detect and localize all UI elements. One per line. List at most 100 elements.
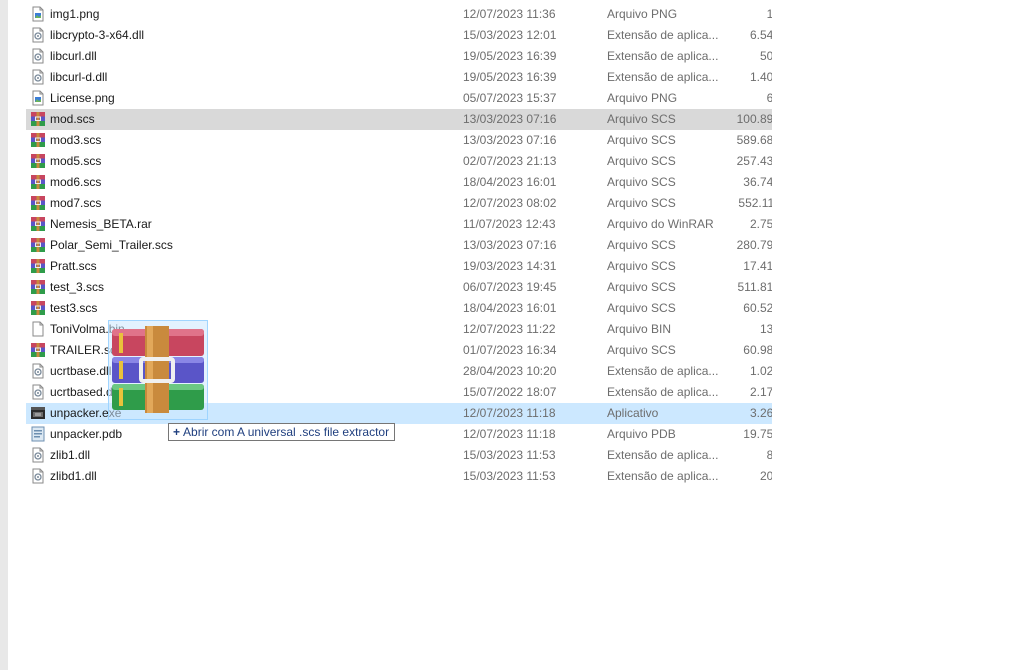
drag-ghost [108,320,208,420]
file-type: Arquivo SCS [607,301,676,315]
file-size: 2.759 [749,217,772,231]
winrar-archive-icon [30,342,46,358]
file-name: zlibd1.dll [50,469,97,483]
drag-drop-tooltip-text: Abrir com A universal .scs file extracto… [183,425,390,439]
file-size: 60.980 [743,343,772,357]
executable-file-icon [30,405,46,421]
file-row[interactable]: test_3.scs 06/07/2023 19:45 Arquivo SCS 511… [26,277,772,298]
drag-drop-tooltip: + Abrir com A universal .scs file extract… [168,423,396,441]
file-row[interactable]: libcurl-d.dll 19/05/2023 16:39 Extensão de… [26,67,772,88]
file-row[interactable]: mod3.scs 13/03/2023 07:16 Arquivo SCS 589.6… [26,130,772,151]
image-file-icon [30,90,46,106]
file-date-modified: 12/07/2023 11:18 [463,406,556,420]
dll-file-icon [30,363,46,379]
file-type: Arquivo SCS [607,196,676,210]
file-date-modified: 02/07/2023 21:13 [463,154,557,168]
file-row[interactable]: unpacker.pdb 12/07/2023 11:18 Arquivo PDB 1… [26,424,772,445]
file-name: unpacker.pdb [50,427,123,441]
file-row[interactable]: zlibd1.dll 15/03/2023 11:53 Extensão de ap… [26,466,772,487]
file-size: 205 [759,469,772,483]
pdb-file-icon [30,426,46,442]
file-date-modified: 13/03/2023 07:16 [463,238,557,252]
file-size: 88 [766,448,772,462]
winrar-archive-icon [30,237,46,253]
file-row[interactable]: img1.png 12/07/2023 11:36 Arquivo PNG 19 [26,4,772,25]
file-size: 257.433 [736,154,772,168]
file-row[interactable]: libcrypto-3-x64.dll 15/03/2023 12:01 Exten… [26,25,772,46]
file-type: Arquivo SCS [607,112,676,126]
file-size: 3.260 [749,406,772,420]
file-name: libcurl.dll [50,49,97,63]
file-date-modified: 12/07/2023 11:22 [463,322,556,336]
file-type: Arquivo PNG [607,91,678,105]
file-type: Extensão de aplica... [607,385,719,399]
file-type: Arquivo SCS [607,154,676,168]
file-row[interactable]: mod.scs 13/03/2023 07:16 Arquivo SCS 100.89… [26,109,772,130]
file-date-modified: 15/03/2023 12:01 [463,28,557,42]
dll-file-icon [30,69,46,85]
dll-file-icon [30,468,46,484]
file-type: Extensão de aplica... [607,448,719,462]
file-row[interactable]: zlib1.dll 15/03/2023 11:53 Extensão de apl… [26,445,772,466]
winrar-archive-icon [30,174,46,190]
file-name: mod.scs [50,112,95,126]
file-date-modified: 01/07/2023 16:34 [463,343,557,357]
file-row[interactable]: mod5.scs 02/07/2023 21:13 Arquivo SCS 257.4… [26,151,772,172]
file-date-modified: 11/07/2023 12:43 [463,217,556,231]
file-type: Arquivo do WinRAR [607,217,714,231]
file-row[interactable]: License.png 05/07/2023 15:37 Arquivo PNG 62 [26,88,772,109]
blank-file-icon [30,321,46,337]
file-name: mod6.scs [50,175,102,189]
file-type: Extensão de aplica... [607,49,719,63]
file-name: Nemesis_BETA.rar [50,217,152,231]
file-name: libcurl-d.dll [50,70,108,84]
file-size: 1.402 [749,70,772,84]
file-row[interactable]: test3.scs 18/04/2023 16:01 Arquivo SCS 60.5… [26,298,772,319]
file-size: 137 [759,322,772,336]
file-row[interactable]: libcurl.dll 19/05/2023 16:39 Extensão de a… [26,46,772,67]
file-size: 36.740 [743,175,772,189]
file-row[interactable]: Polar_Semi_Trailer.scs 13/03/2023 07:16 Ar… [26,235,772,256]
left-edge-strip [0,0,8,670]
file-date-modified: 12/07/2023 08:02 [463,196,557,210]
file-date-modified: 28/04/2023 10:20 [463,364,557,378]
winrar-archive-icon [30,111,46,127]
file-type: Extensão de aplica... [607,469,719,483]
file-row[interactable]: mod7.scs 12/07/2023 08:02 Arquivo SCS 552.1… [26,193,772,214]
file-name: mod3.scs [50,133,102,147]
file-type: Arquivo PNG [607,7,678,21]
winrar-archive-icon [30,279,46,295]
file-size: 589.687 [736,133,772,147]
file-name: Pratt.scs [50,259,97,273]
file-row[interactable]: mod6.scs 18/04/2023 16:01 Arquivo SCS 36.74… [26,172,772,193]
file-date-modified: 12/07/2023 11:18 [463,427,556,441]
file-name: ucrtbase.dll [50,364,112,378]
file-type: Extensão de aplica... [607,70,719,84]
image-file-icon [30,6,46,22]
file-size: 60.525 [743,301,772,315]
file-type: Aplicativo [607,406,659,420]
file-size: 62 [766,91,772,105]
winrar-books-icon [112,326,204,413]
file-type: Extensão de aplica... [607,28,719,42]
file-size: 1.021 [749,364,772,378]
file-date-modified: 06/07/2023 19:45 [463,280,557,294]
file-name: test3.scs [50,301,98,315]
winrar-archive-icon [30,132,46,148]
file-date-modified: 19/05/2023 16:39 [463,49,557,63]
file-date-modified: 18/04/2023 16:01 [463,175,557,189]
file-size: 19.756 [743,427,772,441]
file-date-modified: 12/07/2023 11:36 [463,7,556,21]
dll-file-icon [30,27,46,43]
file-size: 552.111 [738,196,772,210]
file-date-modified: 18/04/2023 16:01 [463,301,557,315]
winrar-archive-icon [30,300,46,316]
file-type: Arquivo SCS [607,238,676,252]
file-type: Arquivo PDB [607,427,676,441]
file-type: Arquivo BIN [607,322,672,336]
file-type: Extensão de aplica... [607,364,719,378]
file-row[interactable]: Nemesis_BETA.rar 11/07/2023 12:43 Arquivo … [26,214,772,235]
file-row[interactable]: Pratt.scs 19/03/2023 14:31 Arquivo SCS 17.4… [26,256,772,277]
dll-file-icon [30,447,46,463]
file-size: 280.790 [736,238,772,252]
